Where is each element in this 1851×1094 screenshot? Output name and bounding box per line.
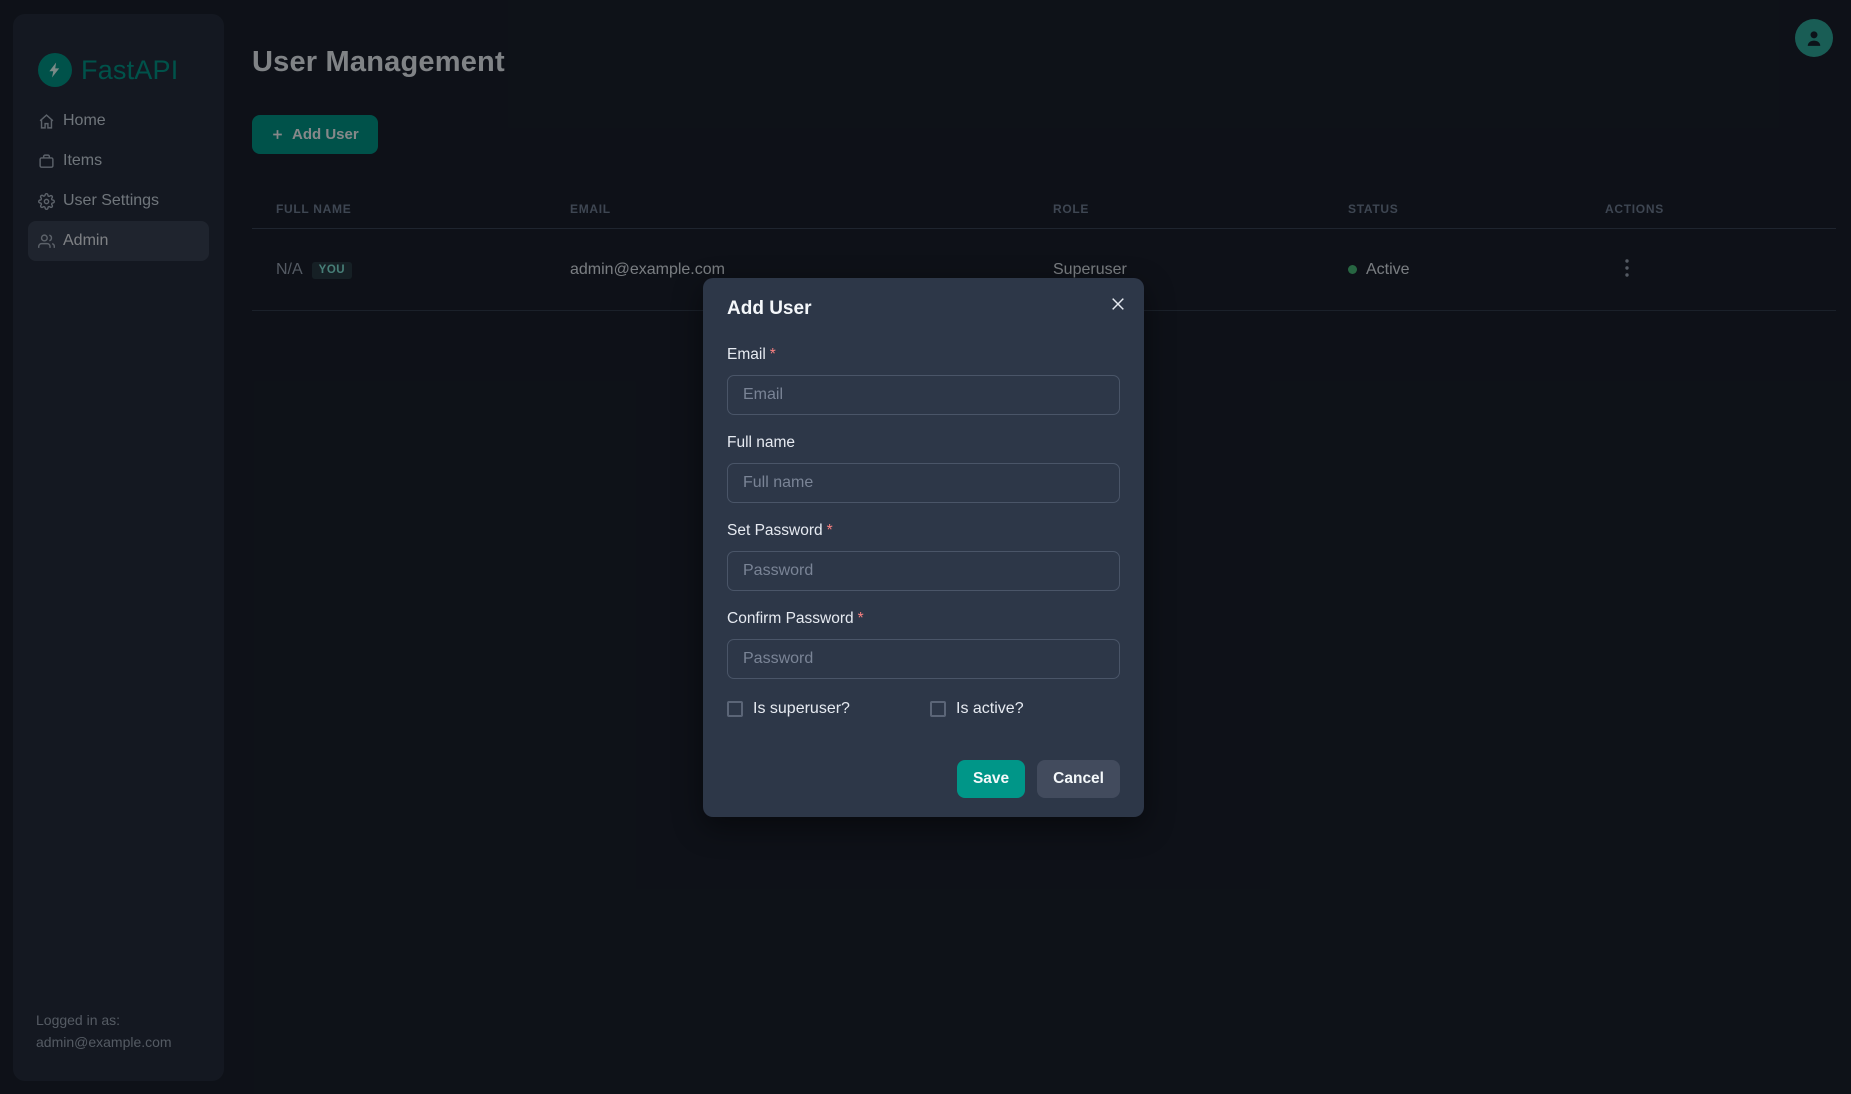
close-icon — [1110, 296, 1126, 312]
required-asterisk: * — [827, 522, 833, 539]
checkbox-row: Is superuser? Is active? — [727, 700, 1120, 718]
modal-close-button[interactable] — [1102, 288, 1134, 320]
checkbox-icon — [727, 701, 743, 717]
is-superuser-label: Is superuser? — [753, 700, 850, 718]
save-button[interactable]: Save — [957, 760, 1025, 798]
modal-footer: Save Cancel — [727, 760, 1120, 798]
full-name-field-group: Full name — [727, 434, 1120, 503]
checkbox-icon — [930, 701, 946, 717]
required-asterisk: * — [858, 610, 864, 627]
confirm-password-input[interactable] — [727, 639, 1120, 679]
confirm-password-label: Confirm Password* — [727, 610, 1120, 628]
modal-title: Add User — [727, 296, 1120, 320]
is-active-label: Is active? — [956, 700, 1024, 718]
required-asterisk: * — [770, 346, 776, 363]
set-password-label: Set Password* — [727, 522, 1120, 540]
full-name-input[interactable] — [727, 463, 1120, 503]
set-password-field-group: Set Password* — [727, 522, 1120, 591]
full-name-label: Full name — [727, 434, 1120, 452]
cancel-button[interactable]: Cancel — [1037, 760, 1120, 798]
is-active-checkbox[interactable]: Is active? — [930, 700, 1024, 718]
confirm-password-field-group: Confirm Password* — [727, 610, 1120, 679]
email-label: Email* — [727, 346, 1120, 364]
set-password-input[interactable] — [727, 551, 1120, 591]
email-input[interactable] — [727, 375, 1120, 415]
add-user-form: Email* Full name Set Password* Confirm P… — [727, 346, 1120, 798]
is-superuser-checkbox[interactable]: Is superuser? — [727, 700, 930, 718]
email-field-group: Email* — [727, 346, 1120, 415]
add-user-modal: Add User Email* Full name Set Password* … — [703, 278, 1144, 817]
